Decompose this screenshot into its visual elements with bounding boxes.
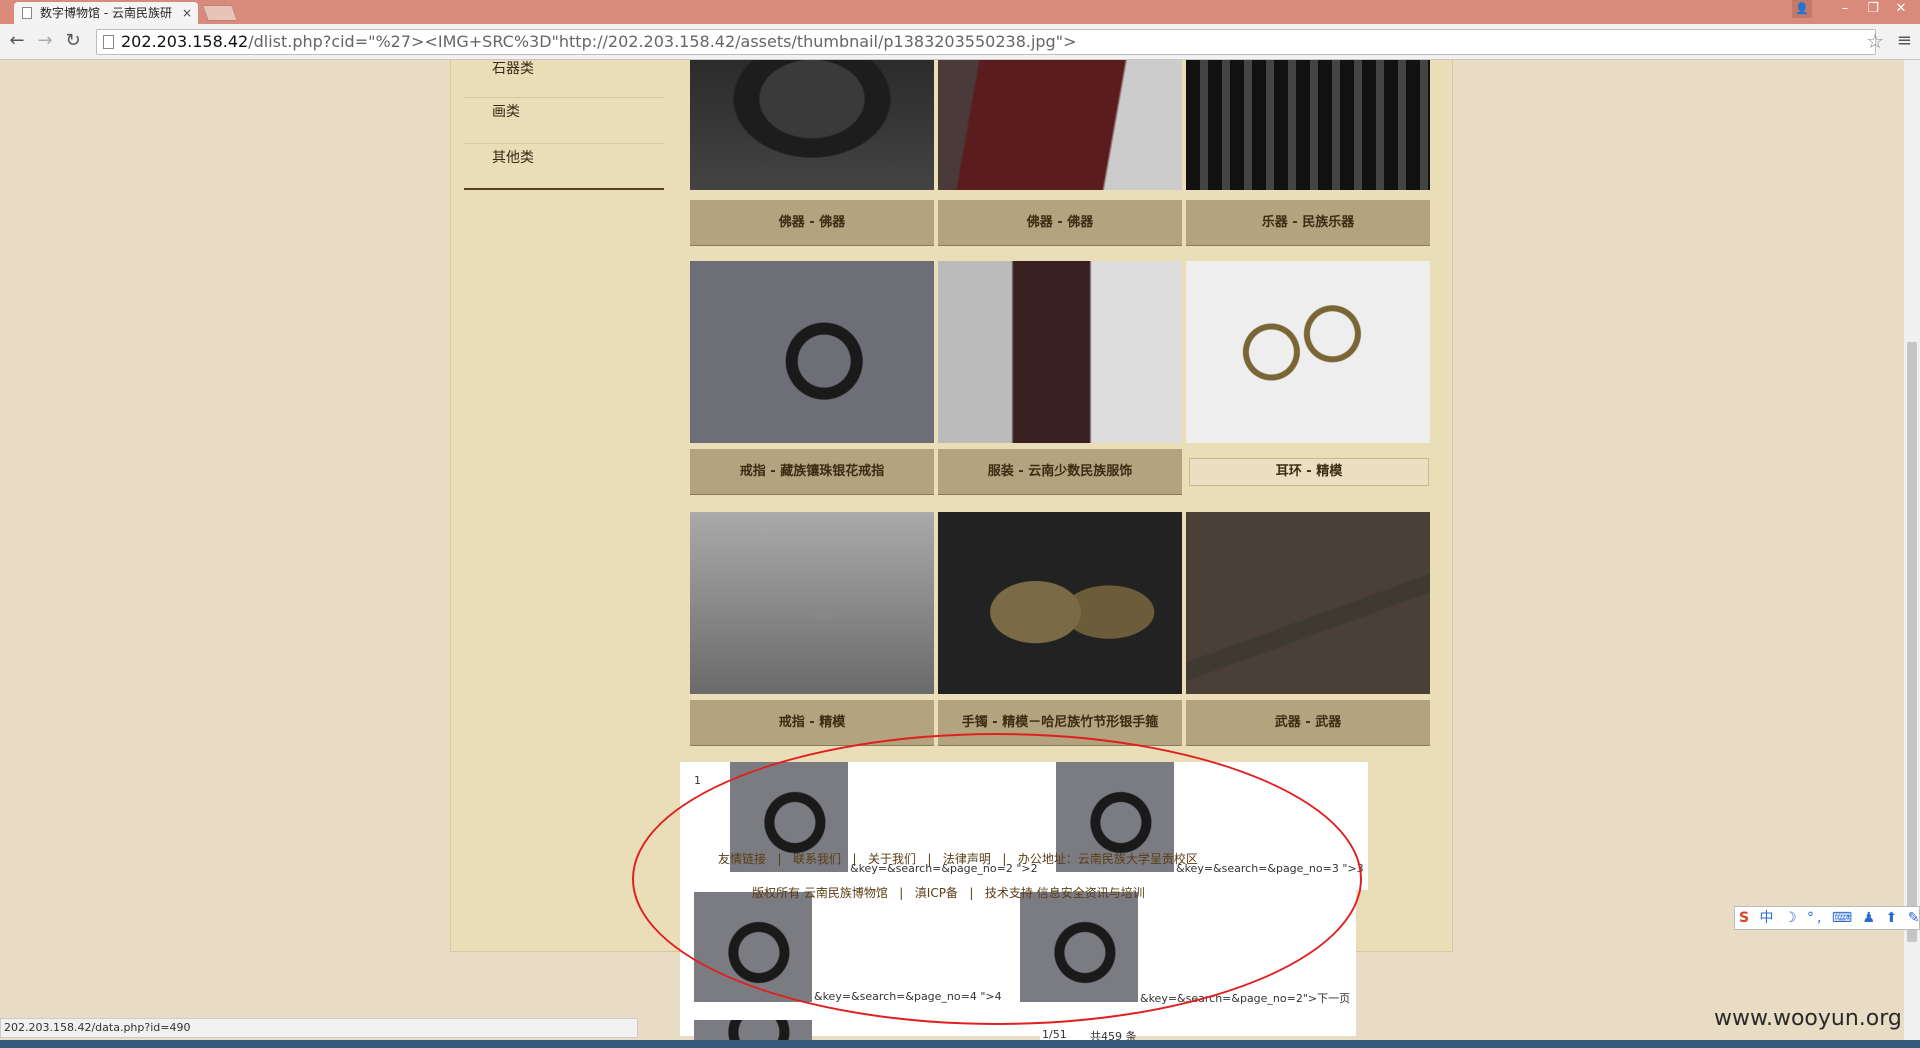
ime-icons[interactable]: 中 ☽ °, ⌨ ♟ ⬆ ✎: [1760, 910, 1920, 926]
bracelet-photo[interactable]: [938, 512, 1182, 694]
page-icon: [103, 35, 114, 49]
menu-icon[interactable]: ≡: [1897, 30, 1912, 51]
windows-taskbar[interactable]: [0, 1040, 1920, 1048]
close-window-button[interactable]: ✕: [1888, 0, 1914, 20]
sidebar-item-stone[interactable]: 石器类: [464, 60, 664, 98]
vase-photo[interactable]: [690, 60, 934, 190]
sidebar-item-painting[interactable]: 画类: [464, 98, 664, 144]
sidebar-item-other[interactable]: 其他类: [464, 144, 664, 190]
browser-tab[interactable]: 数字博物馆 - 云南民族研 ×: [14, 2, 198, 24]
ring-thumbnail[interactable]: [694, 1020, 812, 1042]
ring-photo[interactable]: [690, 261, 934, 443]
restore-button[interactable]: ❐: [1860, 0, 1886, 20]
watermark: www.wooyun.org: [1714, 1006, 1902, 1031]
item-caption[interactable]: 佛器 - 佛器: [690, 200, 934, 246]
ime-toolbar[interactable]: S 中 ☽ °, ⌨ ♟ ⬆ ✎: [1734, 906, 1920, 930]
item-caption[interactable]: 佛器 - 佛器: [938, 200, 1182, 246]
new-tab-button[interactable]: [202, 5, 238, 21]
sogou-logo-icon: S: [1739, 910, 1753, 926]
page-icon: [22, 7, 32, 19]
item-caption[interactable]: 武器 - 武器: [1186, 700, 1430, 746]
forward-button[interactable]: →: [34, 31, 56, 53]
box-photo[interactable]: [938, 60, 1182, 190]
status-bar: 202.203.158.42/data.php?id=490: [0, 1018, 638, 1038]
user-icon[interactable]: 👤: [1792, 0, 1812, 18]
scrollbar-thumb[interactable]: [1907, 342, 1917, 942]
item-caption[interactable]: 耳环 - 精模: [1189, 458, 1429, 486]
category-sidebar: 石器类 画类 其他类: [464, 60, 664, 190]
weapon-photo[interactable]: [1186, 512, 1430, 694]
small-ring-photo[interactable]: [690, 512, 934, 694]
instrument-photo[interactable]: [1186, 60, 1430, 190]
page-scrollbar[interactable]: [1904, 60, 1920, 1040]
back-button[interactable]: ←: [6, 31, 28, 53]
tab-title: 数字博物馆 - 云南民族研: [40, 6, 172, 20]
address-bar[interactable]: 202.203.158.42/dlist.php?cid="%27><IMG+S…: [96, 29, 1876, 55]
page-number-1[interactable]: 1: [694, 774, 701, 787]
url-path: /dlist.php?cid="%27><IMG+SRC%3D"http://2…: [248, 32, 1077, 51]
browser-toolbar: ← → ↻ 202.203.158.42/dlist.php?cid="%27>…: [0, 24, 1920, 60]
item-caption[interactable]: 乐器 - 民族乐器: [1186, 200, 1430, 246]
earring-photo[interactable]: [1186, 261, 1430, 443]
item-caption[interactable]: 服装 - 云南少数民族服饰: [938, 449, 1182, 495]
reload-button[interactable]: ↻: [62, 31, 84, 53]
cloth-photo[interactable]: [938, 261, 1182, 443]
tab-close-icon[interactable]: ×: [182, 2, 192, 24]
bookmark-star-icon[interactable]: ☆: [1866, 29, 1884, 53]
browser-titlebar: 数字博物馆 - 云南民族研 × 👤 – ❐ ✕: [0, 0, 1920, 24]
url-host: 202.203.158.42: [121, 32, 249, 51]
highlight-ellipse: [632, 733, 1362, 1025]
item-caption[interactable]: 戒指 - 藏族镶珠银花戒指: [690, 449, 934, 495]
minimize-button[interactable]: –: [1832, 0, 1858, 20]
